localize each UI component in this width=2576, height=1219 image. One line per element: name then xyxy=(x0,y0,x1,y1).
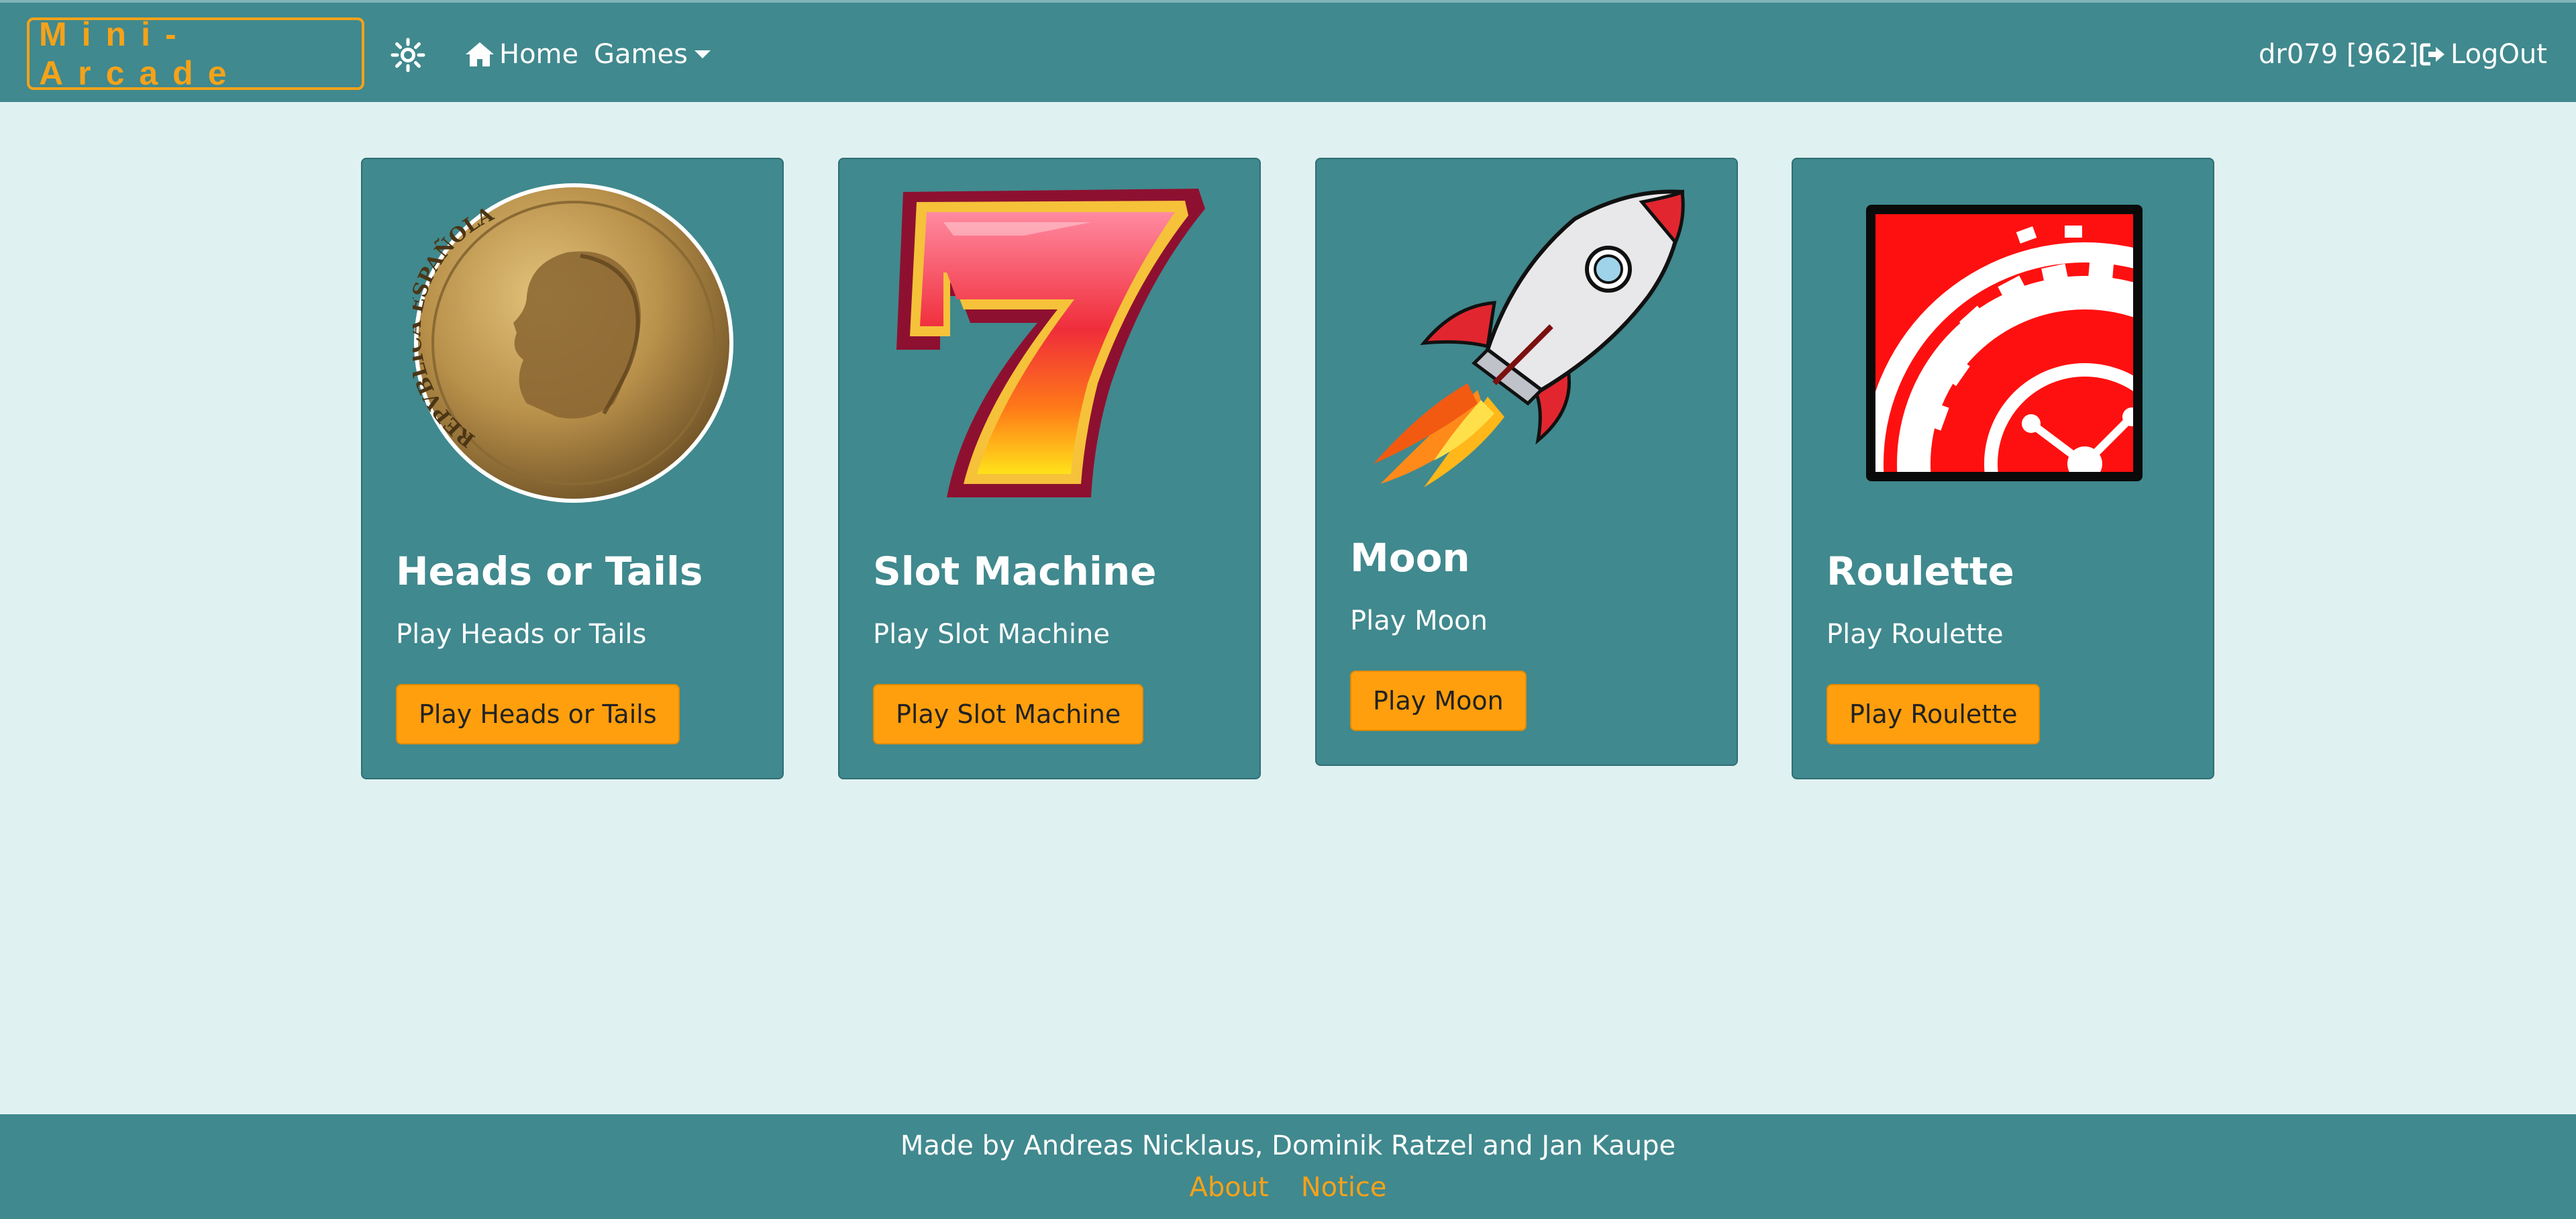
card-description: Play Moon xyxy=(1350,605,1488,636)
lucky-seven-image xyxy=(873,189,1229,497)
nav-home-label: Home xyxy=(499,39,579,70)
user-label: dr079 [962] xyxy=(2259,39,2419,70)
card-description: Play Heads or Tails xyxy=(396,619,647,650)
game-card-moon: Moon Play Moon Play Moon xyxy=(1315,158,1738,766)
card-title: Moon xyxy=(1350,535,1470,581)
game-card-roulette: Roulette Play Roulette Play Roulette xyxy=(1792,158,2214,779)
user-balance: dr079 [962] xyxy=(2259,31,2418,78)
card-title: Slot Machine xyxy=(873,548,1157,594)
card-description: Play Slot Machine xyxy=(873,619,1110,650)
chevron-down-icon xyxy=(694,50,711,58)
coin-image: REPVBLICA ESPAÑOLA xyxy=(396,183,752,503)
game-card-heads-or-tails: REPVBLICA ESPAÑOLA Heads or Tails Play H… xyxy=(361,158,784,779)
notice-link[interactable]: Notice xyxy=(1301,1172,1387,1203)
play-moon-button[interactable]: Play Moon xyxy=(1350,671,1527,731)
logout-icon xyxy=(2420,43,2444,66)
rocket-image xyxy=(1350,189,1706,487)
theme-toggle-button[interactable] xyxy=(389,36,427,74)
play-roulette-button[interactable]: Play Roulette xyxy=(1826,684,2041,744)
nav-home-link[interactable]: Home xyxy=(464,31,578,78)
brand-logo[interactable]: Mini-Arcade xyxy=(27,15,364,92)
home-icon xyxy=(466,42,494,66)
game-card-slot-machine: Slot Machine Play Slot Machine Play Slot… xyxy=(838,158,1261,779)
footer-links: About Notice xyxy=(0,1172,2576,1203)
nav-games-dropdown[interactable]: Games xyxy=(594,31,711,78)
about-link[interactable]: About xyxy=(1189,1172,1268,1203)
card-description: Play Roulette xyxy=(1826,619,2004,650)
card-title: Heads or Tails xyxy=(396,548,703,594)
card-title: Roulette xyxy=(1826,548,2014,594)
play-heads-or-tails-button[interactable]: Play Heads or Tails xyxy=(396,684,680,744)
footer-credit: Made by Andreas Nicklaus, Dominik Ratzel… xyxy=(900,1130,1676,1161)
roulette-wheel-image xyxy=(1826,205,2182,481)
footer: Made by Andreas Nicklaus, Dominik Ratzel… xyxy=(0,1114,2576,1219)
logout-label: LogOut xyxy=(2451,39,2547,70)
play-slot-machine-button[interactable]: Play Slot Machine xyxy=(873,684,1144,744)
logout-link[interactable]: LogOut xyxy=(2420,31,2547,78)
navbar: Mini-Arcade Home Games dr079 [962] LogOu… xyxy=(0,3,2576,102)
nav-games-label: Games xyxy=(594,39,688,70)
sun-icon xyxy=(391,38,425,72)
